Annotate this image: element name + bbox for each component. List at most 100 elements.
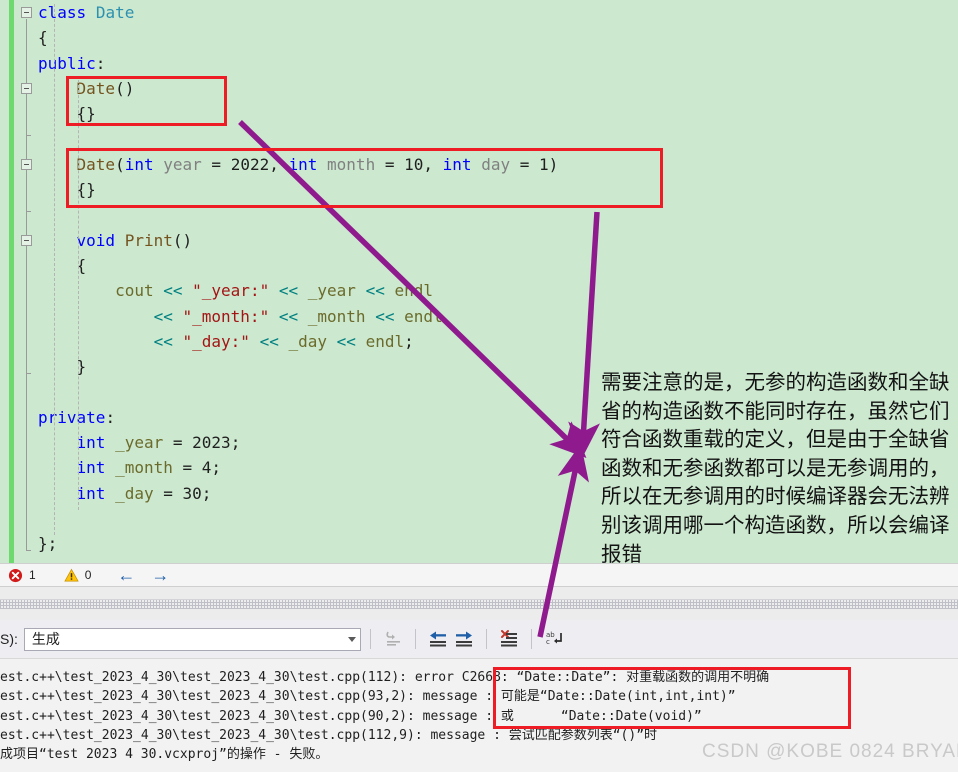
code-token: endl <box>394 281 433 301</box>
toolbar-separator <box>485 629 487 649</box>
code-line[interactable] <box>38 379 558 404</box>
previous-message-button[interactable] <box>425 626 451 652</box>
code-line[interactable]: } <box>38 354 558 379</box>
code-line[interactable] <box>38 506 558 531</box>
panel-divider-upper <box>0 587 958 600</box>
code-fold-toggle[interactable] <box>21 82 32 94</box>
code-line[interactable]: int _year = 2023; <box>38 430 558 455</box>
code-line[interactable]: { <box>38 253 558 278</box>
code-line[interactable]: public: <box>38 51 558 76</box>
csdn-watermark: CSDN @KOBE 0824 BRYANT <box>702 741 958 762</box>
code-fold-end <box>26 211 31 213</box>
warning-count-group[interactable]: 0 <box>63 568 92 583</box>
highlight-box-full-default-ctor <box>66 148 663 208</box>
panel-divider-lower <box>0 609 958 620</box>
toolbar-separator <box>530 629 532 649</box>
previous-error-arrow[interactable]: ← <box>117 566 135 584</box>
code-line[interactable]: void Print() <box>38 228 558 253</box>
code-token: ; <box>404 331 414 351</box>
code-token: "_month:" <box>182 306 270 326</box>
code-token: _month <box>115 458 173 478</box>
next-message-button[interactable] <box>451 626 477 652</box>
code-token: Print <box>124 230 173 250</box>
go-to-source-icon <box>386 631 400 646</box>
code-fold-line <box>26 94 27 136</box>
code-token: : <box>95 53 106 73</box>
code-outline-gutter[interactable] <box>20 0 40 563</box>
code-token: endl <box>404 306 443 326</box>
toggle-word-wrap-button[interactable]: ab c <box>541 626 567 652</box>
code-token: endl <box>365 331 405 351</box>
output-toolbar[interactable]: S): 生成 ab c <box>0 620 958 658</box>
code-token: << <box>259 331 279 351</box>
code-token: "_day:" <box>182 331 250 351</box>
code-token: void <box>76 230 116 250</box>
code-line[interactable]: int _month = 4; <box>38 455 558 480</box>
code-fold-toggle[interactable] <box>21 234 32 246</box>
code-token: = <box>153 483 183 503</box>
code-token: ; <box>211 458 222 478</box>
svg-text:c: c <box>546 638 550 646</box>
code-token: 2023 <box>192 433 231 453</box>
code-line[interactable]: private: <box>38 405 558 430</box>
chevron-down-icon[interactable] <box>347 636 356 642</box>
code-fold-line <box>26 170 27 212</box>
code-line[interactable]: << "_day:" << _day << endl; <box>38 329 558 354</box>
code-token: public <box>38 53 96 73</box>
toggle-word-wrap-icon: ab c <box>546 631 562 646</box>
error-count-group[interactable]: 1 <box>8 568 36 583</box>
code-token: cout <box>115 281 154 301</box>
code-token: int <box>76 458 106 478</box>
go-to-source-button[interactable] <box>380 626 406 652</box>
code-token: 4 <box>201 458 212 478</box>
code-token: << <box>375 306 395 326</box>
code-token: _month <box>307 306 366 326</box>
code-token: : <box>105 407 116 427</box>
code-token: () <box>172 230 193 250</box>
code-token: class <box>38 3 87 22</box>
code-token: << <box>278 281 299 301</box>
code-line[interactable]: { <box>38 25 558 50</box>
code-fold-toggle[interactable] <box>21 158 32 170</box>
code-token: { <box>38 28 48 48</box>
code-line[interactable]: class Date <box>38 0 558 25</box>
next-error-arrow[interactable]: → <box>151 566 169 584</box>
code-token: << <box>163 281 183 301</box>
code-line[interactable]: }; <box>38 531 558 556</box>
output-source-value: 生成 <box>31 631 60 647</box>
code-fold-end <box>26 373 31 375</box>
code-token: int <box>76 433 106 453</box>
code-line[interactable]: << "_month:" << _month << endl <box>38 304 558 329</box>
code-token: _day <box>288 331 328 351</box>
previous-message-icon <box>429 631 446 647</box>
code-line[interactable]: cout << "_year:" << _year << endl <box>38 278 558 303</box>
code-token: int <box>76 483 106 503</box>
code-fold-toggle[interactable] <box>21 7 32 18</box>
output-source-combobox[interactable]: 生成 <box>23 627 361 651</box>
highlight-box-error-messages <box>493 667 851 729</box>
code-fold-end <box>26 135 31 137</box>
next-message-icon <box>455 631 472 647</box>
code-token: Date <box>95 3 135 22</box>
warning-triangle-icon <box>63 568 79 581</box>
panel-resize-grip[interactable] <box>0 600 958 609</box>
code-line[interactable]: int _day = 30; <box>38 481 558 506</box>
warning-count: 0 <box>84 568 92 582</box>
clear-all-button[interactable] <box>496 626 522 652</box>
code-token: "_year:" <box>192 281 270 301</box>
annotation-note: 需要注意的是，无参的构造函数和全缺省的构造函数不能同时存在，虽然它们符合函数重载… <box>601 370 950 566</box>
code-token: ; <box>201 483 212 503</box>
